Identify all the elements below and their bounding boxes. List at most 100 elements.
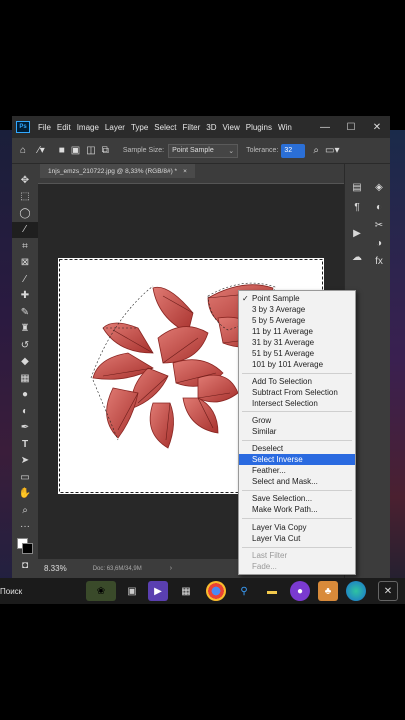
menu-item-point-sample[interactable]: ✓ Point Sample [239,293,355,304]
subtract-selection-icon[interactable]: ◫ [86,145,95,156]
gradient-tool-icon[interactable]: ▦ [12,370,38,387]
brush-tool-icon[interactable]: ✎ [12,304,38,321]
eyedropper-tool-icon[interactable]: ⁄ [12,271,38,288]
magic-wand-tool-icon[interactable]: ⁄ [12,221,38,238]
history-brush-tool-icon[interactable]: ↺ [12,337,38,354]
store-icon[interactable]: ▦ [176,581,196,601]
close-app-icon[interactable]: ✕ [378,581,398,601]
workspace-icon[interactable]: ▭▾ [325,145,339,156]
task-view-icon[interactable]: ▣ [122,581,142,601]
clone-stamp-tool-icon[interactable]: ♜ [12,321,38,338]
properties-panel-icon[interactable]: ☁ [347,248,367,266]
file-explorer-icon[interactable]: ▬ [262,581,282,601]
menu-item-similar[interactable]: Similar [239,426,355,437]
color-swatches[interactable] [12,535,38,557]
tolerance-label: Tolerance: [246,147,279,154]
menu-3d[interactable]: 3D [206,123,216,132]
media-app-icon[interactable]: ● [290,581,310,601]
menu-item-intersect-selection[interactable]: Intersect Selection [239,398,355,409]
blur-tool-icon[interactable]: ● [12,387,38,404]
chevron-right-icon[interactable]: › [170,565,172,572]
chevron-down-icon: ⌄ [228,147,235,155]
close-button[interactable]: ✕ [364,116,390,138]
layers-panel-icon[interactable]: ◈ [369,178,389,196]
marquee-tool-icon[interactable]: ⬚ [12,189,38,206]
photos-app-icon[interactable]: ♣ [318,581,338,601]
menu-file[interactable]: File [38,123,51,132]
healing-brush-tool-icon[interactable]: ✚ [12,288,38,305]
history-panel-icon[interactable]: ▤ [347,178,367,196]
menu-edit[interactable]: Edit [57,123,71,132]
menu-item-select-and-mask[interactable]: Select and Mask... [239,476,355,487]
channels-panel-icon[interactable]: ◐ [369,198,389,216]
menu-item-feather[interactable]: Feather... [239,465,355,476]
menu-item-5x5-average[interactable]: 5 by 5 Average [239,315,355,326]
styles-panel-icon[interactable]: fx [369,252,389,270]
menu-window[interactable]: Win [278,123,292,132]
menu-item-3x3-average[interactable]: 3 by 3 Average [239,304,355,315]
menu-item-select-inverse[interactable]: Select Inverse [239,454,355,465]
menu-item-11x11-average[interactable]: 11 by 11 Average [239,326,355,337]
background-blur-right [390,130,405,590]
pen-tool-icon[interactable]: ✒ [12,420,38,437]
document-tab[interactable]: 1njѕ_emzs_210722.jpg @ 8,33% (RGB/8#) * … [40,164,195,178]
hand-tool-icon[interactable]: ✋ [12,486,38,503]
menu-item-31x31-average[interactable]: 31 by 31 Average [239,337,355,348]
sample-size-select[interactable]: Point Sample ⌄ [168,143,239,158]
move-tool-icon[interactable]: ✥ [12,172,38,189]
paths-panel-icon[interactable]: ✂ [369,216,389,234]
rectangle-tool-icon[interactable]: ▭ [12,469,38,486]
type-tool-icon[interactable]: T [12,436,38,453]
quick-mask-icon[interactable]: ◘ [12,557,38,574]
menu-item-deselect[interactable]: Deselect [239,443,355,454]
menu-type[interactable]: Type [131,123,148,132]
intersect-selection-icon[interactable]: ⧉ [102,145,109,156]
menu-plugins[interactable]: Plugins [246,123,272,132]
path-selection-tool-icon[interactable]: ➤ [12,453,38,470]
menu-select[interactable]: Select [154,123,176,132]
new-selection-icon[interactable]: ■ [59,145,65,156]
edge-icon[interactable] [346,581,366,601]
menu-filter[interactable]: Filter [183,123,201,132]
crop-tool-icon[interactable]: ⌗ [12,238,38,255]
zoom-tool-icon[interactable]: ⌕ [12,502,38,519]
home-icon[interactable]: ⌂ [20,145,26,156]
menu-item-save-selection[interactable]: Save Selection... [239,493,355,504]
actions-panel-icon[interactable]: ▶ [347,224,367,242]
magic-wand-preset-icon[interactable]: ⁄▾ [38,145,45,156]
minimize-button[interactable]: — [312,116,338,138]
close-tab-icon[interactable]: × [183,168,187,175]
menu-item-51x51-average[interactable]: 51 by 51 Average [239,348,355,359]
menu-item-subtract-from-selection[interactable]: Subtract From Selection [239,387,355,398]
taskbar-search-label: Поиск [0,586,23,596]
ruler [38,178,344,184]
search-icon[interactable]: ⌕ [313,145,319,156]
video-app-icon[interactable]: ▶ [148,581,168,601]
background-color-swatch[interactable] [22,543,33,554]
menu-item-add-to-selection[interactable]: Add To Selection [239,376,355,387]
menu-item-101x101-average[interactable]: 101 by 101 Average [239,359,355,370]
zoom-level[interactable]: 8.33% [44,564,67,573]
menu-item-layer-via-copy[interactable]: Layer Via Copy [239,522,355,533]
menu-layer[interactable]: Layer [105,123,125,132]
menu-image[interactable]: Image [77,123,99,132]
pin-app-icon[interactable]: ⚲ [234,581,254,601]
menu-item-make-work-path[interactable]: Make Work Path... [239,504,355,515]
dodge-tool-icon[interactable]: ◐ [12,403,38,420]
more-tools-icon[interactable]: ··· [12,519,38,536]
menu-item-grow[interactable]: Grow [239,415,355,426]
eraser-tool-icon[interactable]: ◆ [12,354,38,371]
menu-item-layer-via-cut[interactable]: Layer Via Cut [239,533,355,544]
tolerance-input[interactable]: 32 [281,143,306,158]
chrome-icon[interactable] [206,581,226,601]
document-tab-title: 1njѕ_emzs_210722.jpg @ 8,33% (RGB/8#) * [48,167,178,175]
lasso-tool-icon[interactable]: ◯ [12,205,38,222]
maximize-button[interactable]: ☐ [338,116,364,138]
menu-view[interactable]: View [223,123,240,132]
weather-widget-icon[interactable]: ❀ [86,581,116,601]
frame-tool-icon[interactable]: ⊠ [12,255,38,272]
taskbar-search[interactable]: Поиск [0,578,22,604]
add-selection-icon[interactable]: ▣ [71,145,80,156]
paragraph-panel-icon[interactable]: ¶ [347,198,367,216]
adjustments-panel-icon[interactable]: ◑ [369,234,389,252]
